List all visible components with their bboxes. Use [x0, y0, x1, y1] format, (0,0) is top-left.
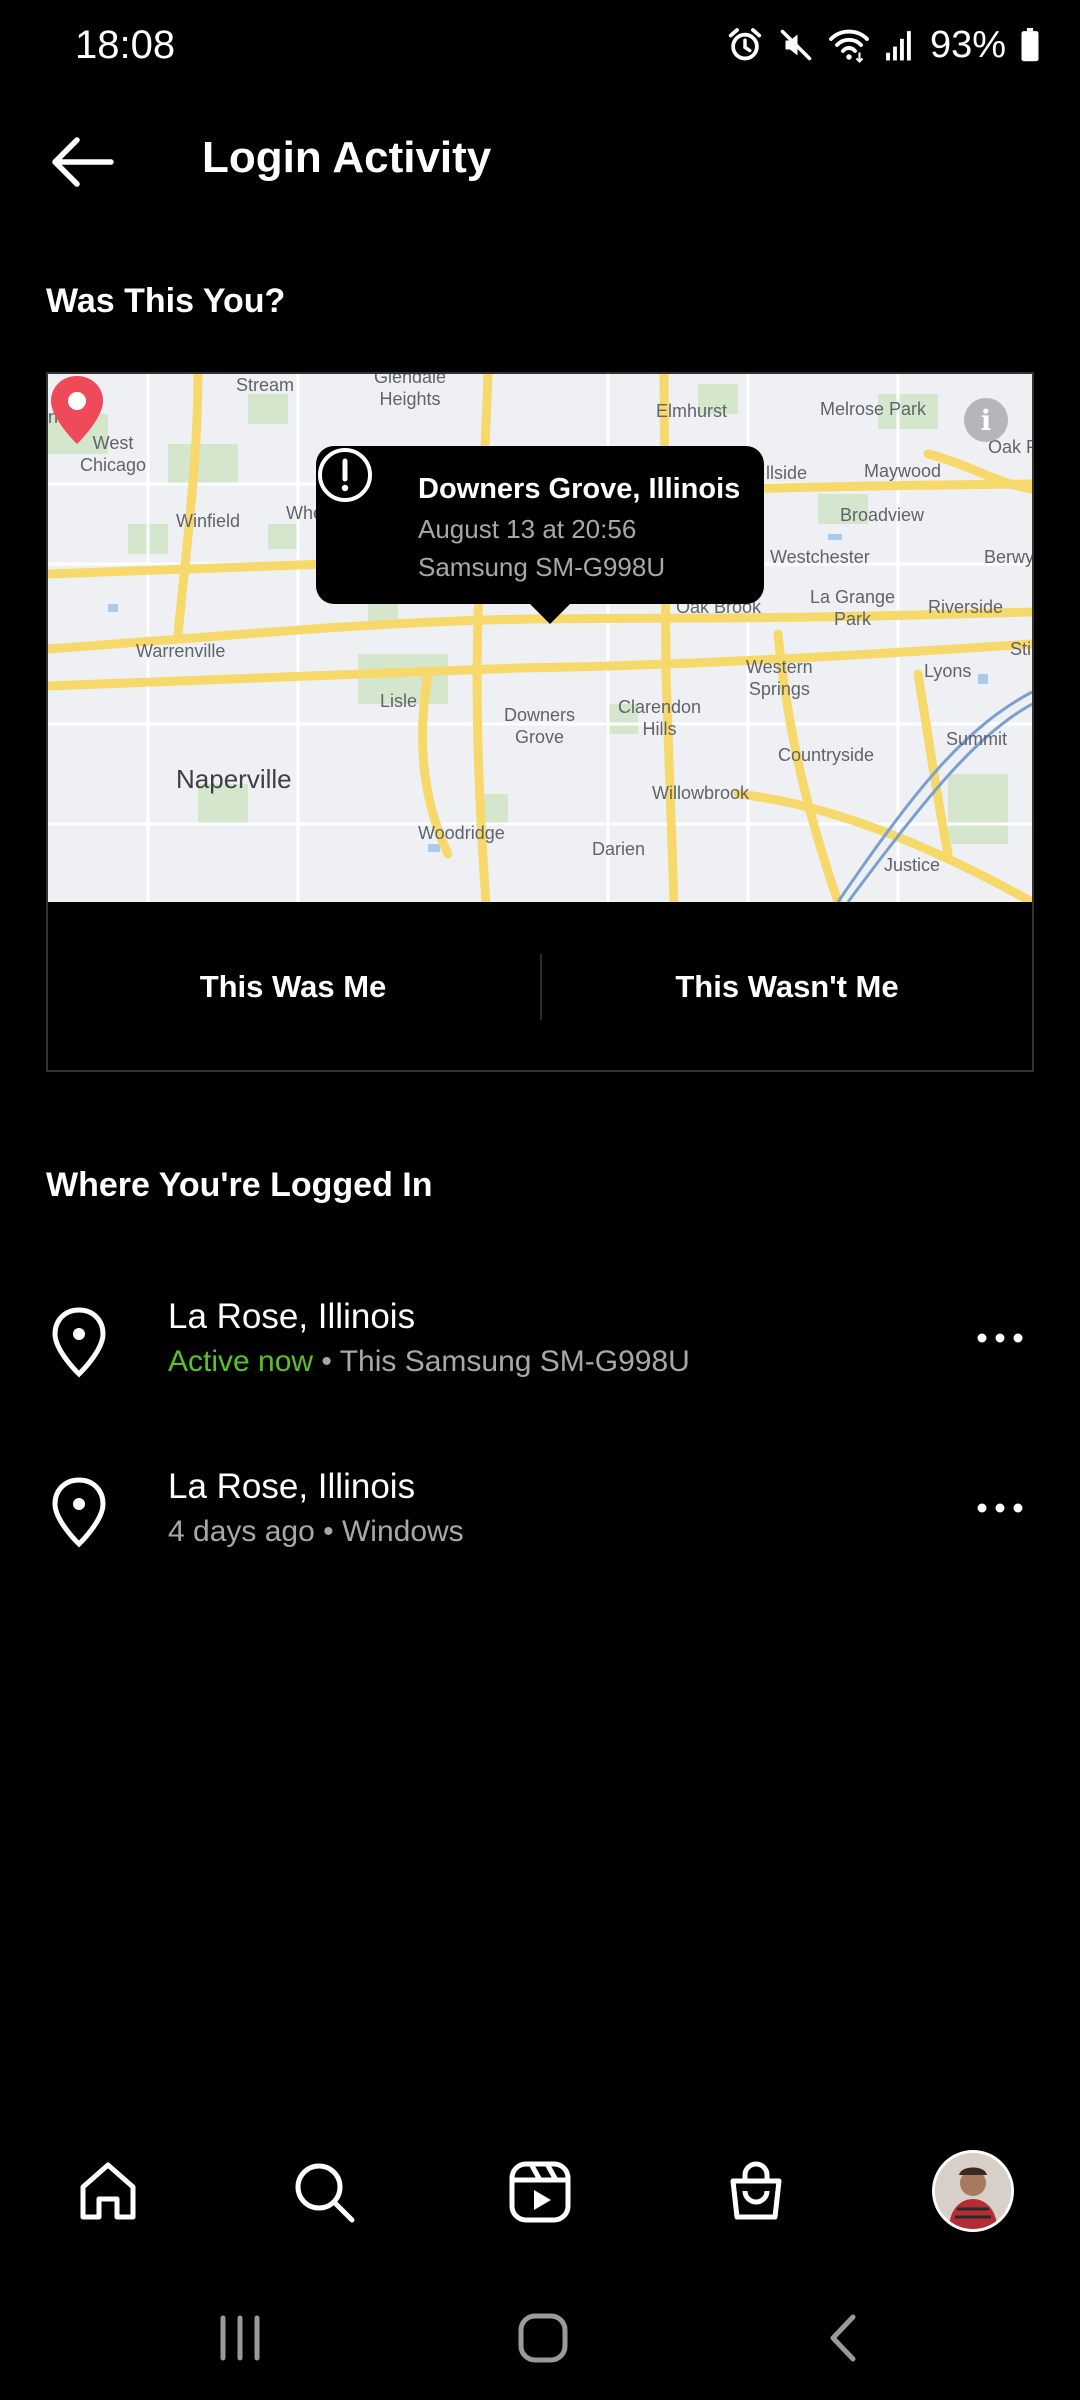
- tooltip-date: August 13 at 20:56: [418, 514, 637, 544]
- map-label-stream: Stream: [236, 375, 295, 395]
- confirmation-buttons: This Was Me This Wasn't Me: [48, 902, 1032, 1070]
- wifi-icon: [828, 29, 869, 63]
- login-location-map[interactable]: Stream Glendale Heights Elmhurst Melrose…: [48, 374, 1032, 902]
- map-label-summit: Summit: [946, 729, 1008, 749]
- bottom-navigation: [0, 2130, 1080, 2260]
- map-label-warrenville: Warrenville: [136, 641, 226, 661]
- map-label-countryside: Countryside: [778, 745, 875, 765]
- back-button[interactable]: [40, 120, 124, 204]
- page-title: Login Activity: [202, 133, 492, 182]
- battery-icon: [1021, 28, 1039, 62]
- map-label-hillside: llside: [766, 463, 808, 483]
- session-device: This Samsung SM-G998U: [339, 1345, 690, 1378]
- session-details: 4 days ago • Windows: [168, 1512, 464, 1552]
- tooltip-arrow: [528, 602, 572, 624]
- nav-search[interactable]: [284, 2152, 364, 2232]
- map-label-naperville: Naperville: [176, 764, 292, 794]
- map-label-melrose-park: Melrose Park: [820, 399, 927, 419]
- map-label-western-springs: Western Springs: [746, 657, 813, 699]
- session-item[interactable]: La Rose, Illinois Active now • This Sams…: [0, 1280, 1080, 1420]
- alert-circle-icon: [318, 448, 372, 502]
- map-label-stickney-edge: Sti: [1010, 639, 1032, 659]
- map-label-maywood: Maywood: [864, 461, 942, 481]
- login-location-tooltip: Downers Grove, Illinois August 13 at 20:…: [316, 446, 764, 604]
- map-label-justice: Justice: [884, 855, 941, 875]
- map-label-la-grange-park: La Grange Park: [810, 587, 896, 629]
- map-label-glendale-heights: Glendale Heights: [374, 374, 447, 409]
- alarm-icon: [728, 28, 762, 61]
- session-more-button[interactable]: [960, 1478, 1040, 1538]
- session-separator: •: [313, 1345, 340, 1378]
- reels-icon: [509, 2161, 571, 2223]
- map-label-riverside: Riverside: [928, 597, 1004, 617]
- map-label-winfield: Winfield: [176, 511, 241, 531]
- session-status: 4 days ago: [168, 1515, 315, 1548]
- this-was-me-button[interactable]: This Was Me: [48, 902, 538, 1070]
- nav-shop[interactable]: [716, 2152, 796, 2232]
- map-label-broadview: Broadview: [840, 505, 925, 525]
- map-label-woodridge: Woodridge: [418, 823, 505, 843]
- nav-profile-avatar[interactable]: [932, 2150, 1014, 2232]
- search-icon: [295, 2163, 355, 2223]
- status-time: 18:08: [75, 23, 176, 67]
- map-label-westchester: Westchester: [770, 547, 870, 567]
- home-square-icon: [518, 2313, 568, 2363]
- session-more-button[interactable]: [960, 1308, 1040, 1368]
- map-label-lyons: Lyons: [924, 661, 972, 681]
- session-separator: •: [314, 1515, 342, 1548]
- map-label-downers-grove: Downers Grove: [504, 705, 576, 747]
- avatar: [935, 2153, 1011, 2229]
- tooltip-device: Samsung SM-G998U: [418, 552, 666, 582]
- session-item[interactable]: La Rose, Illinois 4 days ago • Windows: [0, 1450, 1080, 1590]
- session-details: Active now • This Samsung SM-G998U: [168, 1342, 690, 1382]
- status-icons: 93%: [726, 18, 1040, 72]
- signal-icon: [886, 31, 911, 61]
- map-label-clarendon-hills: Clarendon Hills: [618, 697, 702, 739]
- map-info-button[interactable]: i: [964, 398, 1008, 442]
- nav-reels[interactable]: [500, 2152, 580, 2232]
- this-wasnt-me-button[interactable]: This Wasn't Me: [542, 902, 1032, 1070]
- location-pin-icon: [52, 1307, 106, 1378]
- system-back-button[interactable]: [808, 2308, 878, 2368]
- shopping-bag-icon: [730, 2161, 782, 2220]
- tooltip-location: Downers Grove, Illinois: [418, 473, 741, 505]
- back-arrow-icon: [52, 137, 114, 187]
- system-navigation: [0, 2270, 1080, 2400]
- map-label-darien: Darien: [592, 839, 646, 859]
- info-icon: i: [980, 403, 992, 437]
- mute-icon: [780, 29, 812, 61]
- system-home-button[interactable]: [508, 2308, 578, 2368]
- sessions-heading: Where You're Logged In: [46, 1166, 433, 1204]
- session-status-active: Active now: [168, 1345, 314, 1378]
- home-icon: [80, 2162, 136, 2220]
- map-label-willowbrook: Willowbrook: [652, 783, 750, 803]
- recent-apps-button[interactable]: [205, 2308, 275, 2368]
- more-options-icon: [977, 1333, 1023, 1343]
- map-label-elmhurst: Elmhurst: [656, 401, 728, 421]
- chevron-left-icon: [830, 2314, 856, 2362]
- session-device: Windows: [341, 1515, 464, 1548]
- battery-percent: 93%: [929, 23, 1006, 66]
- nav-home[interactable]: [68, 2152, 148, 2232]
- more-options-icon: [977, 1503, 1023, 1513]
- location-pin-icon: [52, 1477, 106, 1548]
- map-location-pin-icon: [51, 376, 103, 444]
- map-label-berwyn: Berwy: [984, 547, 1032, 567]
- session-location: La Rose, Illinois: [168, 1467, 416, 1506]
- map-label-lisle: Lisle: [380, 691, 418, 711]
- suspicious-login-heading: Was This You?: [46, 282, 286, 320]
- session-location: La Rose, Illinois: [168, 1297, 416, 1336]
- suspicious-login-card: Stream Glendale Heights Elmhurst Melrose…: [46, 372, 1034, 1072]
- recents-icon: [220, 2315, 260, 2361]
